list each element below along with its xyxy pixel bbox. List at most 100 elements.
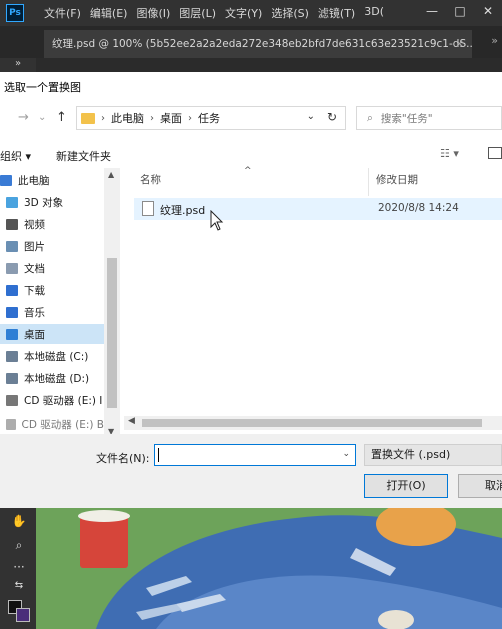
nav-item-cd-drive-2[interactable]: CD 驱动器 (E:) B <box>0 414 104 434</box>
filename-label: 文件名(N): <box>96 452 150 465</box>
nav-item-3d-objects[interactable]: 3D 对象 <box>0 192 104 212</box>
column-modified-header[interactable]: 修改日期 <box>376 172 418 192</box>
menu-file[interactable]: 文件(F) <box>44 5 81 21</box>
organize-button[interactable]: 组织 ▾ <box>0 148 31 164</box>
mouse-cursor-icon <box>210 210 224 231</box>
filename-dropdown-icon[interactable]: ⌄ <box>342 449 350 459</box>
toolbar-expand-icon[interactable]: » <box>0 58 36 72</box>
nav-item-drive-c[interactable]: 本地磁盘 (C:) <box>0 346 104 366</box>
view-options-icon[interactable]: ☷ ▾ <box>440 147 459 160</box>
nav-item-cd-drive[interactable]: CD 驱动器 (E:) I <box>0 390 104 410</box>
more-tools-icon[interactable]: ··· <box>10 560 28 576</box>
open-button[interactable]: 打开(O) <box>364 474 448 498</box>
navigation-bar: → ⌄ ↑ › 此电脑 › 桌面 › 任务 ⌄ ↻ ⌕ 搜索"任务" <box>0 102 502 134</box>
close-window-button[interactable]: ✕ <box>474 0 502 26</box>
video-icon <box>6 218 18 230</box>
address-dropdown-icon[interactable]: ⌄ <box>307 111 315 122</box>
file-icon <box>142 201 154 216</box>
open-file-dialog: 选取一个置换图 → ⌄ ↑ › 此电脑 › 桌面 › 任务 ⌄ ↻ ⌕ 搜索"任… <box>0 72 502 508</box>
menu-3d[interactable]: 3D( <box>364 5 384 21</box>
text-caret <box>158 448 159 462</box>
navigation-pane: 此电脑 3D 对象 视频 图片 文档 下载 音乐 桌面 本地磁盘 (C:) 本地… <box>0 168 120 438</box>
menu-image[interactable]: 图像(I) <box>136 5 170 21</box>
minimize-button[interactable]: — <box>418 0 446 26</box>
breadcrumb-desktop[interactable]: 桌面 <box>160 110 182 126</box>
filename-input[interactable]: ⌄ <box>154 444 356 466</box>
nav-item-drive-d[interactable]: 本地磁盘 (D:) <box>0 368 104 388</box>
up-arrow-icon[interactable]: ↑ <box>56 110 67 125</box>
search-placeholder: 搜索"任务" <box>380 112 433 125</box>
document-tab[interactable]: 纹理.psd @ 100% (5b52ee2a2a2eda272e348eb2b… <box>44 30 472 58</box>
nav-item-label: 视频 <box>24 218 45 231</box>
scroll-left-icon[interactable]: ◀ <box>128 416 135 426</box>
menu-edit[interactable]: 编辑(E) <box>90 5 128 21</box>
menu-filter[interactable]: 滤镜(T) <box>318 5 355 21</box>
nav-item-label: CD 驱动器 (E:) I <box>24 394 103 407</box>
document-canvas[interactable] <box>36 508 502 629</box>
breadcrumb-separator: › <box>101 112 105 124</box>
breadcrumb-this-pc[interactable]: 此电脑 <box>111 110 144 126</box>
nav-scrollbar[interactable]: ▲ ▼ <box>104 168 120 438</box>
window-controls: — □ ✕ <box>418 0 502 26</box>
cancel-button[interactable]: 取消 <box>458 474 502 498</box>
scroll-thumb[interactable] <box>107 258 117 408</box>
swap-colors-icon[interactable]: ⇆ <box>10 580 28 596</box>
nav-item-label: 桌面 <box>24 328 45 341</box>
nav-item-documents[interactable]: 文档 <box>0 258 104 278</box>
file-modified-date: 2020/8/8 14:24 <box>378 202 459 214</box>
cd-drive-icon <box>6 418 16 430</box>
nav-item-label: 此电脑 <box>18 174 50 187</box>
zoom-tool-icon[interactable]: ⌕ <box>10 538 28 554</box>
nav-item-desktop[interactable]: 桌面 <box>0 324 104 344</box>
background-color-swatch[interactable] <box>16 608 30 622</box>
horizontal-scroll-thumb[interactable] <box>142 419 482 427</box>
hand-tool-icon[interactable]: ✋ <box>10 514 28 530</box>
document-icon <box>6 262 18 274</box>
file-type-filter[interactable]: 置换文件 (.psd) <box>364 444 502 466</box>
photoshop-menubar: Ps 文件(F) 编辑(E) 图像(I) 图层(L) 文字(Y) 选择(S) 滤… <box>0 0 502 26</box>
scroll-up-icon[interactable]: ▲ <box>108 170 114 179</box>
nav-item-label: 图片 <box>24 240 45 253</box>
photoshop-logo-icon: Ps <box>6 4 24 22</box>
address-bar[interactable]: › 此电脑 › 桌面 › 任务 ⌄ ↻ <box>76 106 346 130</box>
canvas-area: ✋ ⌕ ··· ⇆ <box>0 508 502 629</box>
nav-item-label: 下载 <box>24 284 45 297</box>
command-bar: 组织 ▾ 新建文件夹 ☷ ▾ <box>0 142 502 166</box>
menu-type[interactable]: 文字(Y) <box>225 5 262 21</box>
nav-item-label: 音乐 <box>24 306 45 319</box>
horizontal-scrollbar[interactable]: ◀ <box>124 416 502 430</box>
maximize-button[interactable]: □ <box>446 0 474 26</box>
back-arrow-icon[interactable]: → <box>18 110 29 125</box>
drive-icon <box>6 350 18 362</box>
cube-icon <box>6 196 18 208</box>
recent-dropdown-icon[interactable]: ⌄ <box>38 112 46 123</box>
tab-overflow-icon[interactable]: » <box>491 34 498 47</box>
breadcrumb-separator: › <box>188 112 192 124</box>
column-name-header[interactable]: 名称 <box>140 172 161 192</box>
nav-item-music[interactable]: 音乐 <box>0 302 104 322</box>
search-box[interactable]: ⌕ 搜索"任务" <box>356 106 502 130</box>
desktop-icon <box>6 328 18 340</box>
file-row[interactable]: 纹理.psd 2020/8/8 14:24 <box>134 198 502 220</box>
dialog-title: 选取一个置换图 <box>4 81 81 94</box>
new-folder-button[interactable]: 新建文件夹 <box>56 148 111 164</box>
tab-close-icon[interactable]: × <box>455 30 464 58</box>
computer-icon <box>0 174 12 186</box>
breadcrumb-task[interactable]: 任务 <box>198 110 220 126</box>
picture-icon <box>6 240 18 252</box>
dialog-footer: 文件名(N): ⌄ 置换文件 (.psd) 打开(O) 取消 <box>0 434 502 508</box>
preview-pane-icon[interactable] <box>488 147 502 159</box>
menu-layer[interactable]: 图层(L) <box>179 5 216 21</box>
column-divider[interactable] <box>368 168 369 196</box>
menu-items: 文件(F) 编辑(E) 图像(I) 图层(L) 文字(Y) 选择(S) 滤镜(T… <box>44 5 384 21</box>
nav-item-this-pc[interactable]: 此电脑 <box>0 170 104 190</box>
nav-item-pictures[interactable]: 图片 <box>0 236 104 256</box>
sort-indicator-icon: ^ <box>244 166 252 176</box>
nav-item-downloads[interactable]: 下载 <box>0 280 104 300</box>
refresh-icon[interactable]: ↻ <box>327 110 337 124</box>
nav-item-label: 文档 <box>24 262 45 275</box>
menu-select[interactable]: 选择(S) <box>271 5 309 21</box>
nav-item-videos[interactable]: 视频 <box>0 214 104 234</box>
search-icon: ⌕ <box>367 111 373 124</box>
tools-panel: ✋ ⌕ ··· ⇆ <box>0 508 36 629</box>
